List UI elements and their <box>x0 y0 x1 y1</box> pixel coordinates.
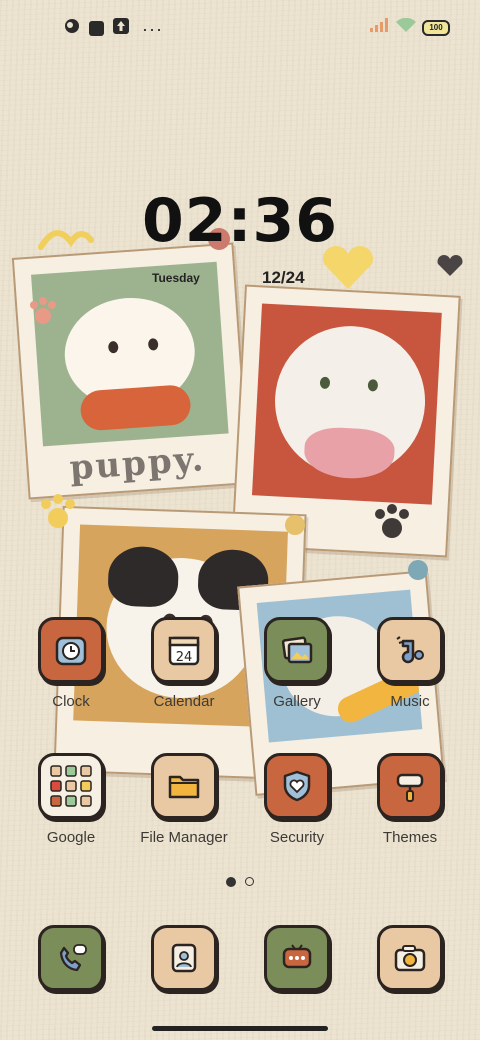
clock-widget-time[interactable]: 02:36 <box>0 186 480 256</box>
square-notification-icon <box>89 21 104 36</box>
notification-icons: ··· <box>64 18 163 39</box>
clock-widget-date: 12/24 <box>262 268 305 287</box>
app-notification-icon <box>64 18 80 39</box>
pin-icon <box>408 560 428 580</box>
page-indicator[interactable] <box>0 877 480 887</box>
app-clock[interactable]: Clock <box>16 617 126 710</box>
contacts-icon <box>151 925 217 991</box>
app-label: Music <box>390 693 430 710</box>
app-label: Calendar <box>153 693 215 710</box>
app-gallery[interactable]: Gallery <box>242 617 352 710</box>
app-label: Themes <box>382 829 438 846</box>
camera-icon <box>377 925 443 991</box>
calendar-day: 24 <box>176 650 193 665</box>
paw-doodle-icon <box>375 504 409 538</box>
dock-camera[interactable] <box>355 925 465 991</box>
app-label: Clock <box>52 693 90 710</box>
pin-icon <box>285 515 305 535</box>
gallery-icon <box>264 617 330 683</box>
home-gesture-bar[interactable] <box>152 1026 328 1031</box>
messages-icon <box>264 925 330 991</box>
app-themes[interactable]: Themes <box>355 753 465 846</box>
security-shield-icon <box>264 753 330 819</box>
paw-doodle-icon <box>41 494 75 528</box>
battery-icon: 100 <box>422 19 450 36</box>
status-bar: ··· 100 <box>0 0 480 56</box>
app-label: Security <box>269 829 325 846</box>
app-file-manager[interactable]: File Manager <box>129 753 239 846</box>
heart-small-icon <box>437 255 463 276</box>
clock-icon <box>38 617 104 683</box>
system-icons: 100 <box>370 17 450 37</box>
calendar-icon: 24 <box>151 617 217 683</box>
dock-contacts[interactable] <box>129 925 239 991</box>
app-label: File Manager <box>140 829 228 846</box>
app-calendar[interactable]: 24 Calendar <box>129 617 239 710</box>
more-notifications-icon: ··· <box>142 18 163 39</box>
dock-messages[interactable] <box>242 925 352 991</box>
app-google-folder[interactable]: Google <box>16 753 126 846</box>
app-security[interactable]: Security <box>242 753 352 846</box>
app-music[interactable]: Music <box>355 617 465 710</box>
signal-icon <box>370 18 390 37</box>
app-label: Google <box>46 829 96 846</box>
cat-photo <box>251 303 442 505</box>
app-label: Gallery <box>273 693 321 710</box>
page-dot-1[interactable] <box>226 877 236 887</box>
upload-notification-icon <box>113 18 129 39</box>
wifi-icon <box>396 17 416 37</box>
paw-doodle-icon <box>30 297 56 324</box>
clock-widget-weekday: Tuesday <box>152 271 200 285</box>
google-folder-icon <box>38 753 104 819</box>
paint-roller-icon <box>377 753 443 819</box>
puppy-photo <box>31 261 229 447</box>
folder-icon <box>151 753 217 819</box>
dock-phone[interactable] <box>16 925 126 991</box>
puppy-polaroid: puppy. <box>11 242 251 500</box>
music-icon <box>377 617 443 683</box>
page-dot-2[interactable] <box>245 877 254 886</box>
phone-icon <box>38 925 104 991</box>
